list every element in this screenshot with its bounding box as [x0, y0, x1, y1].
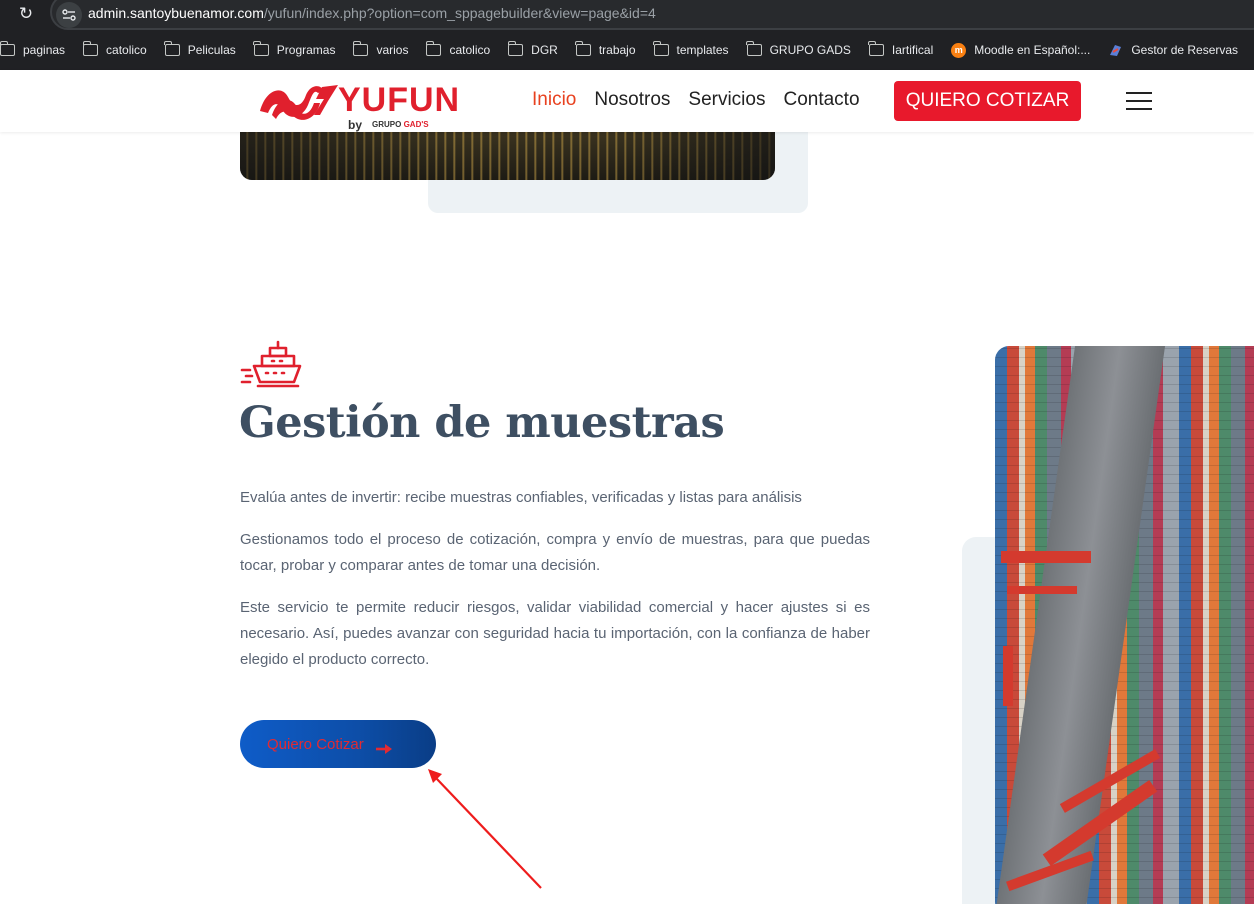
quiero-cotizar-header-button[interactable]: QUIERO COTIZAR [894, 81, 1081, 121]
folder-icon [164, 41, 180, 56]
url-host: admin.santoybuenamor.com [88, 5, 264, 21]
folder-icon [425, 41, 442, 56]
folder-icon [575, 41, 591, 56]
bookmark-label: Peliculas [187, 43, 236, 57]
nav-nosotros[interactable]: Nosotros [594, 89, 670, 111]
bookmark-label: templates [676, 43, 729, 57]
gestor-icon [1108, 43, 1123, 58]
paragraph-process: Gestionamos todo el proceso de cotizació… [240, 531, 870, 574]
folder-icon [653, 41, 669, 56]
site-info-icon[interactable] [56, 2, 82, 28]
bookmark-gestor-reservas[interactable]: Gestor de Reservas [1099, 38, 1247, 62]
bookmark-label: DGR [531, 43, 558, 57]
arrow-right-icon [375, 739, 392, 754]
bookmark-trabajo[interactable]: trabajo [567, 38, 645, 62]
bookmark-label: trabajo [598, 43, 636, 57]
bookmark-label: Iartifical [891, 43, 934, 57]
logo-grupo-text: GRUPO GAD'S [372, 120, 429, 129]
logo-mark-icon [260, 85, 338, 120]
reload-icon[interactable]: ↻ [14, 4, 38, 24]
logo-by-text: by [348, 118, 363, 132]
bookmark-more[interactable] [1247, 38, 1254, 62]
folder-icon [746, 41, 762, 56]
container-port-aerial-image [995, 346, 1254, 904]
bookmark-label: Moodle en Español:... [974, 43, 1091, 57]
button-label: Quiero Cotizar [267, 735, 364, 753]
bookmark-label: Programas [276, 43, 336, 57]
nav-inicio[interactable]: Inicio [532, 89, 576, 111]
section-title: Gestión de muestras [239, 398, 725, 448]
bookmark-dgr[interactable]: DGR [499, 38, 567, 62]
hamburger-menu-icon[interactable] [1126, 92, 1152, 110]
paragraph-benefits: Este servicio te permite reducir riesgos… [240, 599, 870, 668]
folder-icon [507, 41, 524, 56]
nav-servicios[interactable]: Servicios [688, 89, 765, 111]
bookmark-label: paginas [23, 43, 66, 57]
folder-icon [82, 41, 99, 56]
url-path: /yufun/index.php?option=com_sppagebuilde… [263, 5, 656, 21]
bookmark-peliculas[interactable]: Peliculas [156, 38, 245, 62]
moodle-icon: m [951, 42, 967, 58]
logo-wordmark: YUFUN [338, 81, 461, 119]
bookmark-varios[interactable]: varios [344, 38, 417, 62]
url-text[interactable]: admin.santoybuenamor.com/yufun/index.php… [88, 5, 656, 21]
ship-icon [240, 340, 302, 388]
bookmark-moodle[interactable]: m Moodle en Español:... [942, 38, 1099, 62]
bookmark-grupo-gads[interactable]: GRUPO GADS [738, 38, 860, 62]
bookmark-iartifical[interactable]: Iartifical [860, 38, 942, 62]
bookmark-label: catolico [449, 43, 491, 57]
bookmark-programas[interactable]: Programas [245, 38, 345, 62]
address-row: ↻ admin.santoybuenamor.com/yufun/index.p… [0, 0, 1254, 30]
address-bar[interactable]: admin.santoybuenamor.com/yufun/index.php… [50, 0, 1254, 30]
browser-chrome: ↻ admin.santoybuenamor.com/yufun/index.p… [0, 0, 1254, 70]
folder-icon [352, 41, 369, 56]
main-nav: Inicio Nosotros Servicios Contacto [532, 80, 878, 120]
yufun-logo[interactable]: YUFUN by GRUPO GAD'S [258, 77, 480, 132]
site-header: YUFUN by GRUPO GAD'S Inicio Nosotros Ser… [0, 70, 1254, 132]
quiero-cotizar-button[interactable]: Quiero Cotizar [240, 720, 436, 768]
paragraph-intro: Evalúa antes de invertir: recibe muestra… [240, 489, 802, 506]
folder-icon [868, 41, 884, 56]
logo-grupo-label: GRUPO [372, 120, 402, 129]
bookmark-catolico[interactable]: catolico [74, 38, 156, 62]
bookmark-catolico-2[interactable]: catolico [417, 38, 499, 62]
folder-icon [0, 41, 15, 56]
bookmark-paginas[interactable]: paginas [0, 38, 74, 62]
bookmark-label: Gestor de Reservas [1131, 43, 1239, 57]
logo-gads-label: GAD'S [403, 120, 429, 129]
nav-contacto[interactable]: Contacto [783, 89, 859, 111]
bookmark-templates[interactable]: templates [645, 38, 738, 62]
bookmarks-bar: paginas catolico Peliculas Programas var… [0, 36, 1254, 64]
bookmark-label: catolico [106, 43, 147, 57]
bookmark-label: varios [376, 43, 409, 57]
folder-icon [253, 41, 269, 56]
bookmark-label: GRUPO GADS [769, 43, 851, 57]
